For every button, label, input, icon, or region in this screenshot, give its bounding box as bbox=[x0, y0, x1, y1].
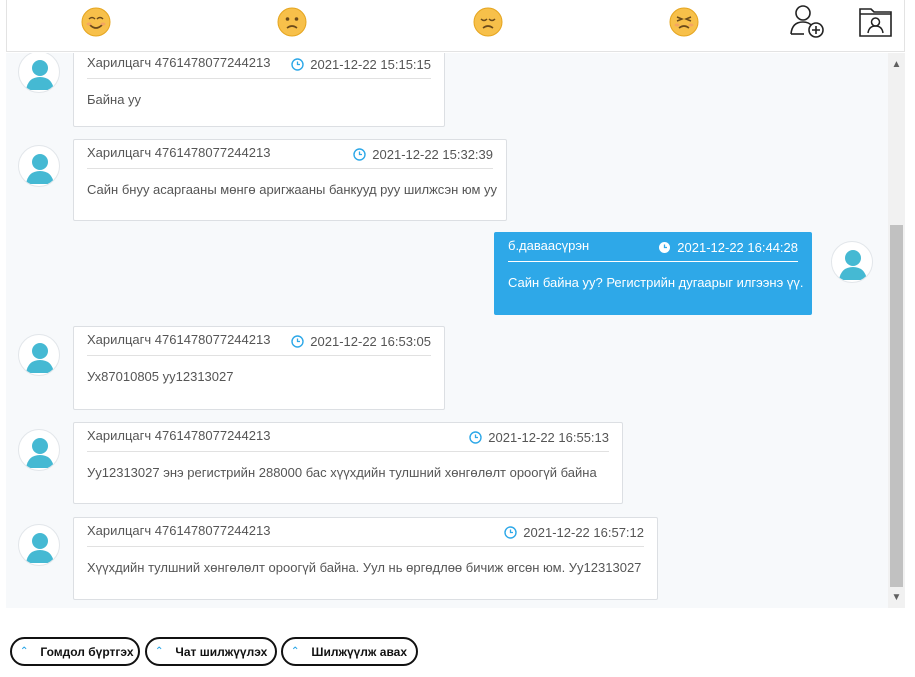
confused-face-icon[interactable] bbox=[277, 7, 307, 37]
operator-avatar bbox=[831, 241, 873, 283]
chevron-up-icon: ⌃ bbox=[20, 646, 29, 657]
clock-icon bbox=[291, 58, 304, 71]
message-sender: Харилцагч 4761478077244213 bbox=[87, 145, 271, 160]
customer-avatar bbox=[18, 53, 60, 93]
add-user-icon[interactable] bbox=[789, 3, 825, 39]
message-sender: Харилцагч 4761478077244213 bbox=[87, 428, 271, 443]
clock-icon bbox=[659, 242, 671, 253]
customer-avatar bbox=[18, 524, 60, 566]
scroll-down-arrow-icon[interactable]: ▼ bbox=[888, 589, 905, 606]
action-bar: ⌃ Гомдол бүртгэх ⌃ Чат шилжүүлэх ⌃ Шилжү… bbox=[0, 608, 915, 677]
scrollbar-thumb[interactable] bbox=[890, 225, 903, 587]
persevering-face-icon[interactable] bbox=[669, 7, 699, 37]
clock-icon bbox=[353, 148, 366, 161]
contact-folder-icon[interactable] bbox=[858, 3, 894, 39]
message-bubble: Харилцагч 4761478077244213 2021-12-22 15… bbox=[73, 53, 445, 127]
chevron-up-icon: ⌃ bbox=[291, 646, 300, 657]
message-text: Ух87010805 уу12313027 bbox=[87, 369, 234, 384]
message-time: 2021-12-22 16:53:05 bbox=[291, 334, 431, 349]
operator-message-bubble: б.даваасүрэн 2021-12-22 16:44:28 Сайн ба… bbox=[494, 232, 812, 315]
message-sender: Харилцагч 4761478077244213 bbox=[87, 523, 271, 538]
message-time: 2021-12-22 15:32:39 bbox=[353, 147, 493, 162]
chat-scrollbar[interactable]: ▲ ▼ bbox=[888, 53, 905, 608]
scroll-up-arrow-icon[interactable]: ▲ bbox=[888, 56, 905, 73]
register-complaint-button[interactable]: ⌃ Гомдол бүртгэх bbox=[10, 637, 140, 666]
message-time: 2021-12-22 16:44:28 bbox=[658, 240, 798, 255]
rating-toolbar bbox=[6, 0, 905, 52]
message-text: Уу12313027 энэ регистрийн 288000 бас хүү… bbox=[87, 465, 597, 480]
message-text: Хүүхдийн тулшний хөнгөлөлт ороогүй байна… bbox=[87, 560, 642, 575]
message-time: 2021-12-22 15:15:15 bbox=[291, 57, 431, 72]
transfer-chat-button[interactable]: ⌃ Чат шилжүүлэх bbox=[145, 637, 277, 666]
disappointed-face-icon[interactable] bbox=[473, 7, 503, 37]
message-text: Байна уу bbox=[87, 92, 142, 107]
clock-icon bbox=[469, 431, 482, 444]
receive-transfer-button[interactable]: ⌃ Шилжүүлж авах bbox=[281, 637, 418, 666]
message-sender: Харилцагч 4761478077244213 bbox=[87, 55, 271, 70]
message-bubble: Харилцагч 4761478077244213 2021-12-22 16… bbox=[73, 517, 658, 600]
chat-history[interactable]: Харилцагч 4761478077244213 2021-12-22 15… bbox=[6, 53, 888, 608]
smiling-face-icon[interactable] bbox=[81, 7, 111, 37]
message-bubble: Харилцагч 4761478077244213 2021-12-22 15… bbox=[73, 139, 507, 221]
message-text: Сайн байна уу? Регистрийн дугаарыг илгээ… bbox=[508, 275, 804, 290]
message-sender: б.даваасүрэн bbox=[508, 238, 590, 253]
message-bubble: Харилцагч 4761478077244213 2021-12-22 16… bbox=[73, 326, 445, 410]
clock-icon bbox=[291, 335, 304, 348]
message-time: 2021-12-22 16:57:12 bbox=[504, 525, 644, 540]
clock-icon bbox=[504, 526, 517, 539]
message-bubble: Харилцагч 4761478077244213 2021-12-22 16… bbox=[73, 422, 623, 504]
customer-avatar bbox=[18, 429, 60, 471]
chevron-up-icon: ⌃ bbox=[155, 646, 164, 657]
customer-avatar bbox=[18, 334, 60, 376]
message-text: Сайн бнуу асаргааны мөнгө аригжааны банк… bbox=[87, 182, 498, 197]
message-time: 2021-12-22 16:55:13 bbox=[469, 430, 609, 445]
message-sender: Харилцагч 4761478077244213 bbox=[87, 332, 271, 347]
customer-avatar bbox=[18, 145, 60, 187]
